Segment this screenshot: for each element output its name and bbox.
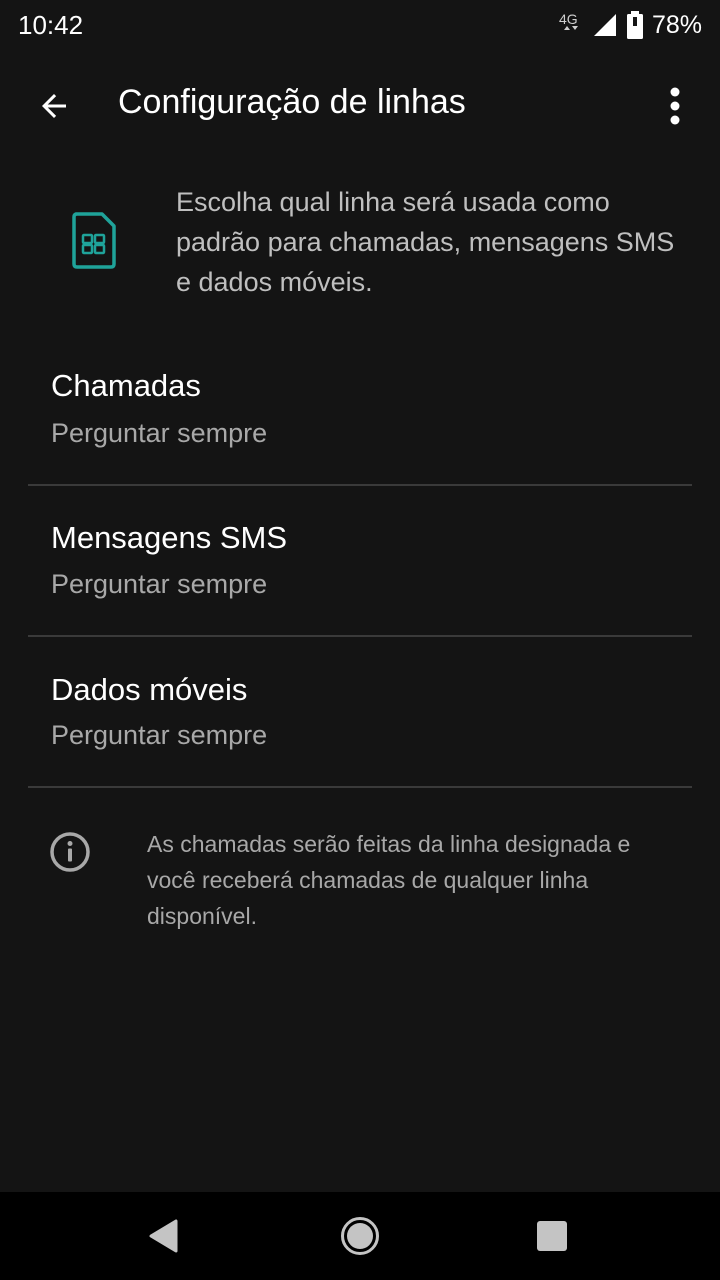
cell-signal-icon — [593, 14, 616, 36]
pref-item-sms[interactable]: Mensagens SMS Perguntar sempre — [0, 487, 720, 637]
pref-title: Chamadas — [51, 368, 201, 403]
status-time: 10:42 — [18, 9, 84, 40]
info-description: As chamadas serão feitas da linha design… — [147, 831, 631, 929]
intro-section: Escolha qual linha será usada como padrã… — [0, 180, 720, 310]
pref-item-mobile-data[interactable]: Dados móveis Perguntar sempre — [0, 638, 720, 788]
nav-recents-icon — [537, 1221, 567, 1251]
pref-summary: Perguntar sempre — [51, 569, 268, 599]
intro-description: Escolha qual linha será usada como padrã… — [176, 187, 675, 297]
pref-summary: Perguntar sempre — [51, 720, 268, 750]
system-nav-bar — [0, 1192, 720, 1280]
network-type-icon: 4G — [559, 11, 578, 30]
pref-summary: Perguntar sempre — [51, 418, 268, 448]
sim-card-icon — [72, 212, 116, 269]
app-bar: Configuração de linhas — [0, 60, 720, 150]
more-vert-icon — [670, 87, 680, 125]
status-icons: 4G 78% — [558, 10, 702, 40]
nav-back-button[interactable] — [134, 1206, 194, 1266]
nav-home-icon — [341, 1217, 379, 1255]
battery-icon — [626, 11, 643, 39]
nav-recents-button[interactable] — [522, 1206, 582, 1266]
back-button[interactable] — [24, 76, 84, 136]
more-options-button[interactable] — [650, 76, 700, 136]
svg-text:4G: 4G — [559, 11, 578, 27]
nav-home-button[interactable] — [330, 1206, 390, 1266]
pref-title: Mensagens SMS — [51, 520, 288, 555]
arrow-back-icon — [42, 94, 66, 118]
nav-back-icon — [149, 1219, 178, 1253]
info-section: As chamadas serão feitas da linha design… — [0, 820, 720, 940]
divider — [28, 786, 692, 788]
info-icon — [50, 832, 90, 872]
status-bar: 10:42 4G 78% — [0, 0, 720, 50]
pref-title: Dados móveis — [51, 672, 248, 707]
divider — [28, 484, 692, 486]
battery-percentage: 78% — [651, 10, 702, 39]
page-title: Configuração de linhas — [118, 83, 466, 121]
divider — [28, 635, 692, 637]
pref-item-calls[interactable]: Chamadas Perguntar sempre — [0, 335, 720, 485]
